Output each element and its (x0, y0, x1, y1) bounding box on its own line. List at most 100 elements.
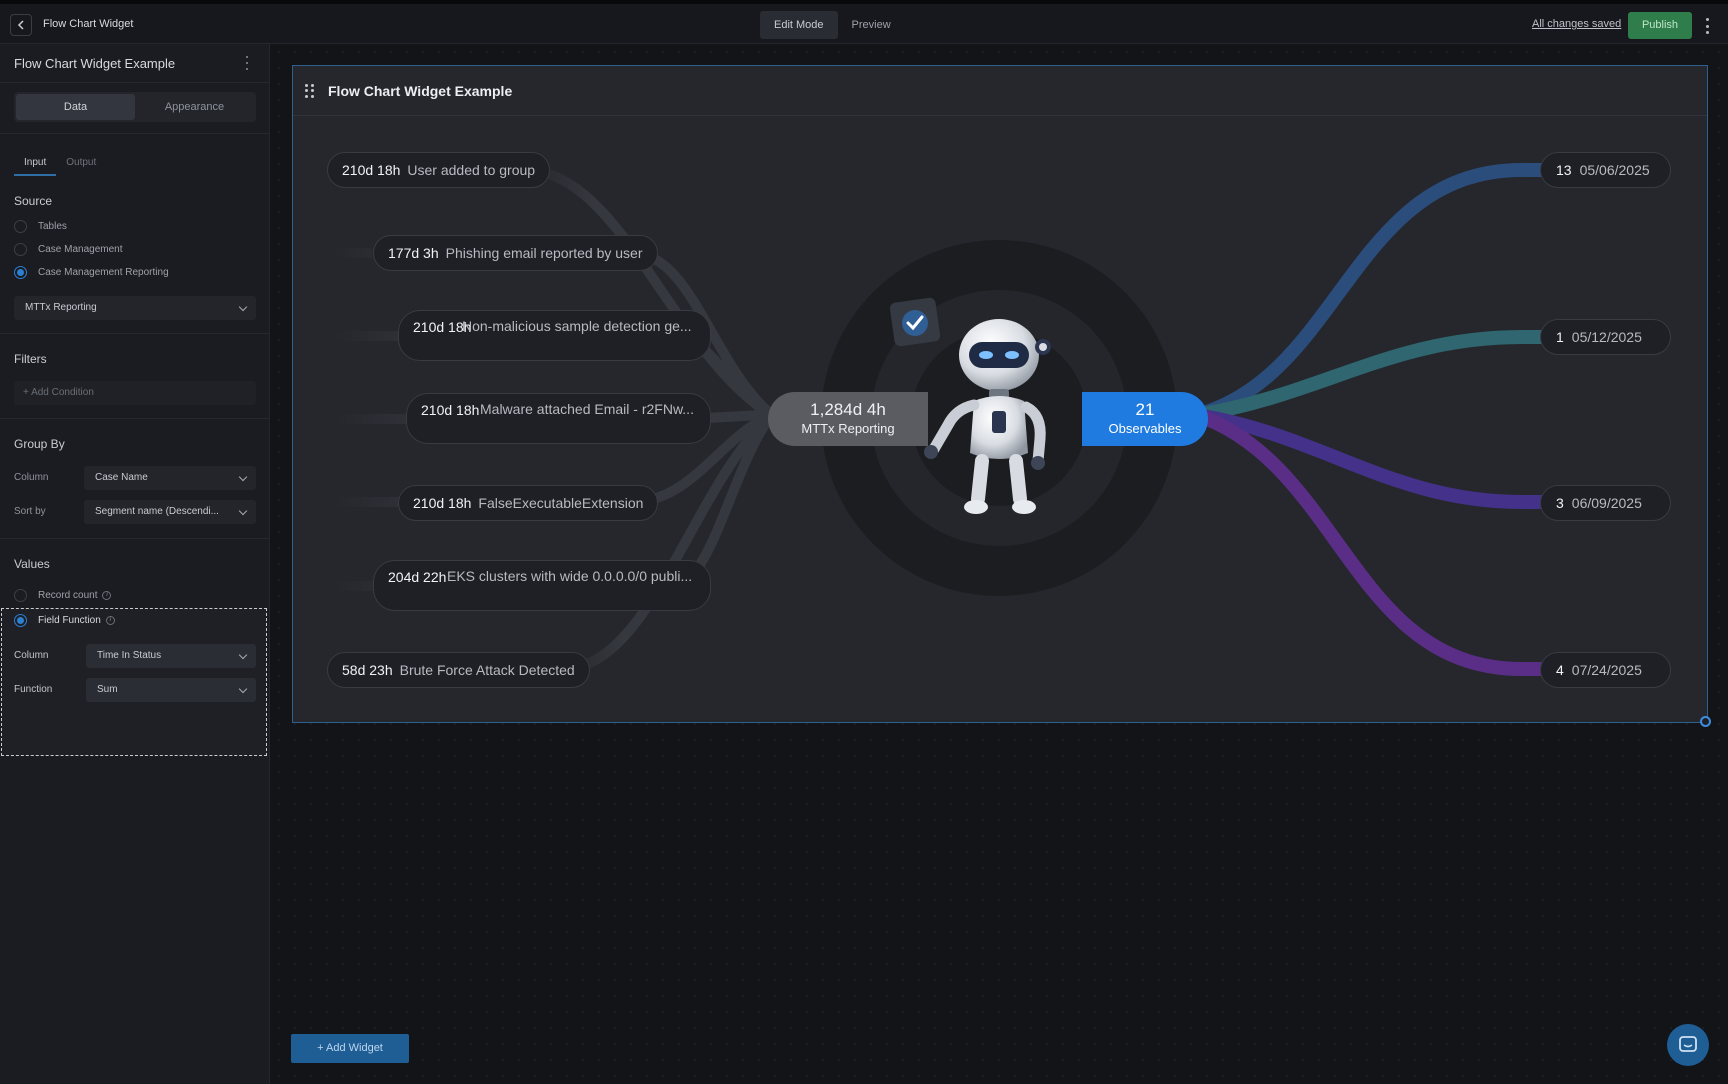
item-label: Non-malicious sample detection ge... (462, 318, 692, 334)
item-label: Malware attached Email - r2FNw... (480, 401, 694, 417)
function-label: Function (14, 684, 53, 695)
tab-appearance[interactable]: Appearance (135, 94, 254, 120)
item-label: User added to group (407, 162, 536, 178)
info-icon[interactable]: i (105, 616, 115, 625)
center-node-source[interactable]: 1,284d 4h MTTx Reporting (768, 392, 928, 446)
divider (0, 333, 270, 334)
group-by-heading: Group By (14, 437, 65, 451)
center-node-target[interactable]: 21 Observables (1082, 392, 1208, 446)
divider (0, 538, 270, 539)
more-options-icon[interactable] (1700, 16, 1714, 36)
io-tabs: Input Output (14, 152, 106, 176)
item-count: 3 (1556, 495, 1564, 511)
chevron-down-icon (238, 684, 248, 694)
source-option-tables[interactable]: Tables (14, 220, 67, 233)
value-column-select[interactable]: Time In Status (86, 644, 256, 668)
values-heading: Values (14, 557, 50, 571)
radio-button-selected[interactable] (14, 266, 27, 279)
source-option-case-management-reporting[interactable]: Case Management Reporting (14, 266, 169, 279)
field-function-option[interactable]: Field Function i (14, 614, 115, 627)
chevron-down-icon (238, 302, 248, 312)
item-label: EKS clusters with wide 0.0.0.0/0 publi..… (447, 568, 693, 584)
flow-item-left[interactable]: 58d 23h Brute Force Attack Detected (327, 652, 590, 688)
value-column-label: Column (14, 650, 49, 661)
tab-data[interactable]: Data (16, 94, 135, 120)
flow-item-right[interactable]: 3 06/09/2025 (1540, 485, 1671, 521)
item-date: 05/06/2025 (1579, 162, 1650, 178)
info-icon[interactable]: i (102, 591, 112, 600)
sort-by-label: Sort by (14, 506, 46, 517)
item-value: 210d 18h (421, 402, 480, 418)
chevron-down-icon (238, 472, 248, 482)
center-value: 1,284d 4h (810, 400, 886, 419)
select-value: Sum (97, 684, 118, 695)
app-title: Flow Chart Widget (43, 18, 134, 30)
item-date: 05/12/2025 (1571, 329, 1642, 345)
record-count-option[interactable]: Record count i (14, 589, 112, 602)
item-date: 07/24/2025 (1571, 662, 1642, 678)
flow-item-right[interactable]: 13 05/06/2025 (1540, 152, 1671, 188)
chevron-left-icon (17, 20, 24, 30)
item-value: 204d 22h (388, 569, 447, 585)
item-value: 210d 18h (342, 162, 401, 178)
flow-item-left[interactable]: 210d 18h User added to group (327, 152, 551, 188)
center-label: Observables (1108, 421, 1182, 436)
back-button[interactable] (10, 14, 32, 36)
flow-item-left[interactable]: 204d 22h EKS clusters with wide 0.0.0.0/… (373, 560, 711, 611)
chevron-down-icon (238, 506, 248, 516)
mode-switch: Edit Mode Preview (760, 11, 905, 39)
preview-tab[interactable]: Preview (838, 11, 905, 39)
source-option-case-management[interactable]: Case Management (14, 243, 123, 256)
select-value: Segment name (Descendi... (95, 506, 219, 517)
source-heading: Source (14, 194, 53, 208)
publish-button[interactable]: Publish (1628, 12, 1692, 39)
radio-button[interactable] (14, 589, 27, 602)
radio-button[interactable] (14, 220, 27, 233)
chevron-down-icon (238, 650, 248, 660)
select-value: MTTx Reporting (25, 302, 97, 313)
option-label: Tables (38, 221, 67, 232)
radio-button-selected[interactable] (14, 614, 27, 627)
save-status-link[interactable]: All changes saved (1532, 18, 1621, 30)
flow-item-left[interactable]: 210d 18h FalseExecutableExtension (398, 485, 659, 521)
divider (0, 418, 270, 419)
item-label: Phishing email reported by user (445, 245, 643, 261)
item-count: 4 (1556, 662, 1564, 678)
center-value: 21 (1135, 400, 1155, 419)
item-label: FalseExecutableExtension (478, 495, 644, 511)
radio-button[interactable] (14, 243, 27, 256)
flow-item-left[interactable]: 177d 3h Phishing email reported by user (373, 235, 658, 271)
resize-handle[interactable] (1700, 716, 1711, 727)
chat-icon (1679, 1036, 1697, 1052)
flow-item-left[interactable]: 210d 18h Malware attached Email - r2FNw.… (406, 393, 711, 444)
tab-input[interactable]: Input (14, 152, 57, 176)
right-connectors (1190, 163, 1549, 676)
tab-output[interactable]: Output (56, 152, 106, 176)
function-select[interactable]: Sum (86, 678, 256, 702)
sort-by-select[interactable]: Segment name (Descendi... (84, 500, 256, 524)
group-column-select[interactable]: Case Name (84, 466, 256, 490)
select-value: Case Name (95, 472, 148, 483)
option-label: Case Management Reporting (38, 267, 169, 278)
item-count: 13 (1556, 162, 1572, 178)
top-bar: Flow Chart Widget Edit Mode Preview All … (0, 0, 1728, 44)
flow-item-right[interactable]: 1 05/12/2025 (1540, 319, 1671, 355)
settings-sidebar: Flow Chart Widget Example Data Appearanc… (0, 44, 270, 1084)
option-label: Field Function (38, 615, 101, 626)
flow-item-right[interactable]: 4 07/24/2025 (1540, 652, 1671, 688)
edit-mode-tab[interactable]: Edit Mode (760, 11, 838, 39)
panel-tabs: Data Appearance (14, 92, 256, 122)
flow-item-left[interactable]: 210d 18h Non-malicious sample detection … (398, 310, 711, 361)
divider (0, 133, 270, 134)
item-value: 58d 23h (342, 662, 393, 678)
chat-support-button[interactable] (1667, 1024, 1709, 1066)
add-widget-button[interactable]: + Add Widget (291, 1034, 409, 1063)
report-select[interactable]: MTTx Reporting (14, 296, 256, 320)
select-value: Time In Status (97, 650, 162, 661)
center-label: MTTx Reporting (801, 421, 895, 436)
option-label: Case Management (38, 244, 123, 255)
item-value: 177d 3h (388, 245, 439, 261)
add-condition-button[interactable]: + Add Condition (14, 381, 256, 405)
sidebar-menu-icon[interactable] (243, 56, 251, 70)
filters-heading: Filters (14, 352, 47, 366)
